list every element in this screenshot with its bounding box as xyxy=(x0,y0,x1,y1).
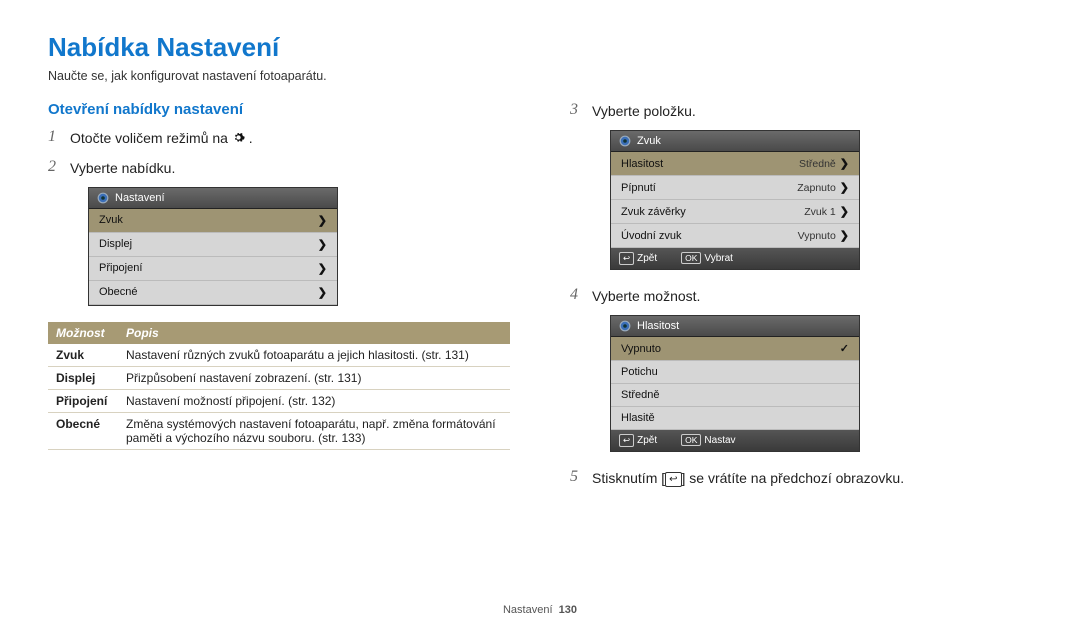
footer-ok: OKVybrat xyxy=(681,252,733,265)
lcd-footer: ↩Zpět OKNastav xyxy=(611,430,859,451)
table-head-option: Možnost xyxy=(48,322,118,344)
step-number: 4 xyxy=(570,286,584,304)
chevron-right-icon: ❯ xyxy=(318,214,327,227)
options-table: Možnost Popis ZvukNastavení různých zvuk… xyxy=(48,322,510,450)
step-text: Otočte voličem režimů na . xyxy=(70,128,253,150)
step-number: 3 xyxy=(570,101,584,119)
section-heading: Otevření nabídky nastavení xyxy=(48,101,510,118)
step-text: Stisknutím [↩] se vrátíte na předchozí o… xyxy=(592,468,904,489)
table-row: ObecnéZměna systémových nastavení fotoap… xyxy=(48,412,510,449)
left-column: Otevření nabídky nastavení 1 Otočte voli… xyxy=(48,101,510,497)
step-1: 1 Otočte voličem režimů na . xyxy=(48,128,510,150)
step-3: 3 Vyberte položku. xyxy=(570,101,1032,122)
table-row: ZvukNastavení různých zvuků fotoaparátu … xyxy=(48,344,510,367)
step-text: Vyberte možnost. xyxy=(592,286,700,307)
lcd-title: Nastavení xyxy=(115,192,165,204)
step-4: 4 Vyberte možnost. xyxy=(570,286,1032,307)
lcd-header: Zvuk xyxy=(611,131,859,152)
lcd-title: Zvuk xyxy=(637,135,661,147)
footer-back: ↩Zpět xyxy=(619,434,657,447)
step-2: 2 Vyberte nabídku. xyxy=(48,158,510,179)
lcd-menu-zvuk: Zvuk HlasitostStředně❯ PípnutíZapnuto❯ Z… xyxy=(610,130,860,270)
lcd-footer: ↩Zpět OKVybrat xyxy=(611,248,859,269)
check-icon: ✓ xyxy=(840,342,849,355)
menu-row-zvuk-zaverky[interactable]: Zvuk závěrkyZvuk 1❯ xyxy=(611,200,859,224)
menu-row-hlasitost[interactable]: HlasitostStředně❯ xyxy=(611,152,859,176)
step-number: 1 xyxy=(48,128,62,146)
lcd-menu-main: Nastavení Zvuk❯ Displej❯ Připojení❯ Obec… xyxy=(88,187,338,306)
lcd-menu-hlasitost: Hlasitost Vypnuto✓ Potichu Středně Hlasi… xyxy=(610,315,860,452)
chevron-right-icon: ❯ xyxy=(840,158,849,170)
table-row: PřipojeníNastavení možností připojení. (… xyxy=(48,389,510,412)
table-row: DisplejPřizpůsobení nastavení zobrazení.… xyxy=(48,366,510,389)
page-footer: Nastavení 130 xyxy=(0,604,1080,616)
option-hlasite[interactable]: Hlasitě xyxy=(611,407,859,430)
step-text: Vyberte položku. xyxy=(592,101,696,122)
ok-key-icon: OK xyxy=(681,252,701,264)
page-title: Nabídka Nastavení xyxy=(48,32,1032,63)
table-head-desc: Popis xyxy=(118,322,510,344)
step-5: 5 Stisknutím [↩] se vrátíte na předchozí… xyxy=(570,468,1032,489)
chevron-right-icon: ❯ xyxy=(318,262,327,275)
chevron-right-icon: ❯ xyxy=(840,206,849,218)
option-vypnuto[interactable]: Vypnuto✓ xyxy=(611,337,859,361)
menu-row-pipnuti[interactable]: PípnutíZapnuto❯ xyxy=(611,176,859,200)
dial-icon xyxy=(619,135,631,147)
chevron-right-icon: ❯ xyxy=(318,286,327,299)
back-key-icon: ↩ xyxy=(619,434,634,447)
chevron-right-icon: ❯ xyxy=(318,238,327,251)
lcd-header: Hlasitost xyxy=(611,316,859,337)
menu-row-uvodni-zvuk[interactable]: Úvodní zvukVypnuto❯ xyxy=(611,224,859,248)
menu-row-pripojeni[interactable]: Připojení❯ xyxy=(89,257,337,281)
menu-row-displej[interactable]: Displej❯ xyxy=(89,233,337,257)
menu-row-obecne[interactable]: Obecné❯ xyxy=(89,281,337,305)
ok-key-icon: OK xyxy=(681,434,701,446)
chevron-right-icon: ❯ xyxy=(840,182,849,194)
option-potichu[interactable]: Potichu xyxy=(611,361,859,384)
page-subtitle: Naučte se, jak konfigurovat nastavení fo… xyxy=(48,69,1032,83)
dial-icon xyxy=(97,192,109,204)
footer-back: ↩Zpět xyxy=(619,252,657,265)
gear-icon xyxy=(232,129,245,150)
chevron-right-icon: ❯ xyxy=(840,230,849,242)
step-number: 2 xyxy=(48,158,62,176)
step-number: 5 xyxy=(570,468,584,486)
back-icon: ↩ xyxy=(665,472,681,487)
lcd-title: Hlasitost xyxy=(637,320,679,332)
menu-row-zvuk[interactable]: Zvuk❯ xyxy=(89,209,337,233)
lcd-header: Nastavení xyxy=(89,188,337,209)
option-stredne[interactable]: Středně xyxy=(611,384,859,407)
step-text: Vyberte nabídku. xyxy=(70,158,175,179)
right-column: 3 Vyberte položku. Zvuk HlasitostStředně… xyxy=(570,101,1032,497)
footer-ok: OKNastav xyxy=(681,434,735,447)
back-key-icon: ↩ xyxy=(619,252,634,265)
dial-icon xyxy=(619,320,631,332)
